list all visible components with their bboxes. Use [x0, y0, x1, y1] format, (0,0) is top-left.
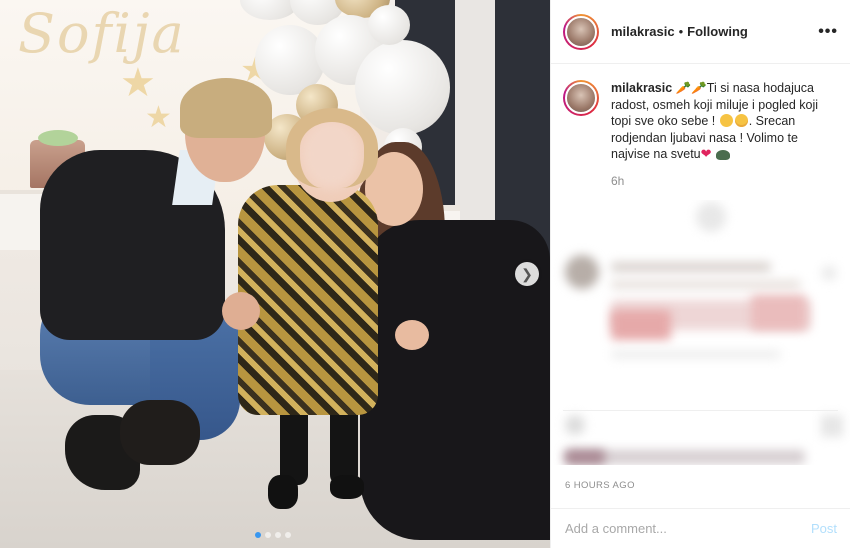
- carousel-dot: [265, 532, 271, 538]
- cake-topping: [38, 130, 78, 146]
- halo-smile-emoji-icon: [734, 114, 748, 127]
- blurred-text: [611, 350, 781, 359]
- blurred-avatar: [565, 255, 599, 289]
- balloon: [355, 40, 450, 135]
- girl-shoe: [330, 475, 364, 499]
- post-timestamp: 6 HOURS AGO: [565, 480, 635, 491]
- avatar-image: [565, 15, 597, 48]
- caption-username[interactable]: milakrasic: [611, 81, 672, 95]
- carousel-indicator: [255, 532, 291, 538]
- blurred-text: [611, 262, 771, 272]
- girl-hair: [286, 108, 378, 188]
- star-decoration: ★: [145, 101, 172, 134]
- girl-leg: [330, 405, 358, 485]
- blurred-text: [751, 295, 806, 330]
- blurred-element: [696, 202, 726, 232]
- profile-avatar[interactable]: [563, 13, 599, 50]
- next-photo-button[interactable]: ❯: [515, 262, 539, 286]
- divider: [563, 410, 838, 411]
- man-shoe: [120, 400, 200, 465]
- blurred-text: [565, 450, 605, 464]
- avatar-image: [565, 82, 597, 114]
- more-options-icon[interactable]: •••: [818, 23, 838, 41]
- comment-bar: Post: [551, 508, 850, 548]
- caption-time: 6h: [611, 173, 625, 188]
- carousel-dot: [275, 532, 281, 538]
- woman-hand: [395, 320, 429, 350]
- sunglasses-emoji-icon: [716, 150, 731, 160]
- blurred-comments: [551, 200, 850, 465]
- blurred-element: [821, 415, 843, 437]
- post-sidebar: milakrasic • Following ••• milakrasic 🥕🥕…: [550, 0, 850, 548]
- blurred-element: [565, 415, 585, 435]
- caption-avatar[interactable]: [563, 80, 599, 116]
- post-header: milakrasic • Following •••: [551, 0, 850, 64]
- post-comment-button[interactable]: Post: [811, 521, 837, 536]
- girl-gold-dress: [238, 185, 378, 415]
- carousel-dot-active: [255, 532, 261, 538]
- man-hand: [222, 292, 260, 330]
- heart-emoji-icon: ❤: [700, 146, 712, 161]
- post-caption: milakrasic 🥕🥕Ti si nasa hodajuca radost,…: [551, 64, 850, 189]
- carousel-dot: [285, 532, 291, 538]
- girl-shoe: [268, 475, 298, 509]
- comment-input[interactable]: [565, 521, 811, 536]
- post-photo[interactable]: Sofija ★ ★ ★ ❯: [0, 0, 550, 548]
- backdrop-name-text: Sofija: [18, 2, 186, 65]
- following-button[interactable]: Following: [687, 24, 748, 39]
- caption-body: milakrasic 🥕🥕Ti si nasa hodajuca radost,…: [611, 80, 831, 189]
- smiling-emoji-icon: [719, 114, 733, 127]
- blurred-element: [821, 265, 837, 281]
- man-hair: [180, 78, 272, 138]
- blurred-text: [611, 280, 801, 289]
- header-separator: •: [678, 24, 684, 39]
- girl-leg: [280, 405, 308, 485]
- header-username[interactable]: milakrasic: [611, 24, 675, 39]
- balloon: [368, 5, 410, 45]
- chevron-right-icon: ❯: [521, 265, 533, 282]
- blurred-text: [611, 310, 671, 340]
